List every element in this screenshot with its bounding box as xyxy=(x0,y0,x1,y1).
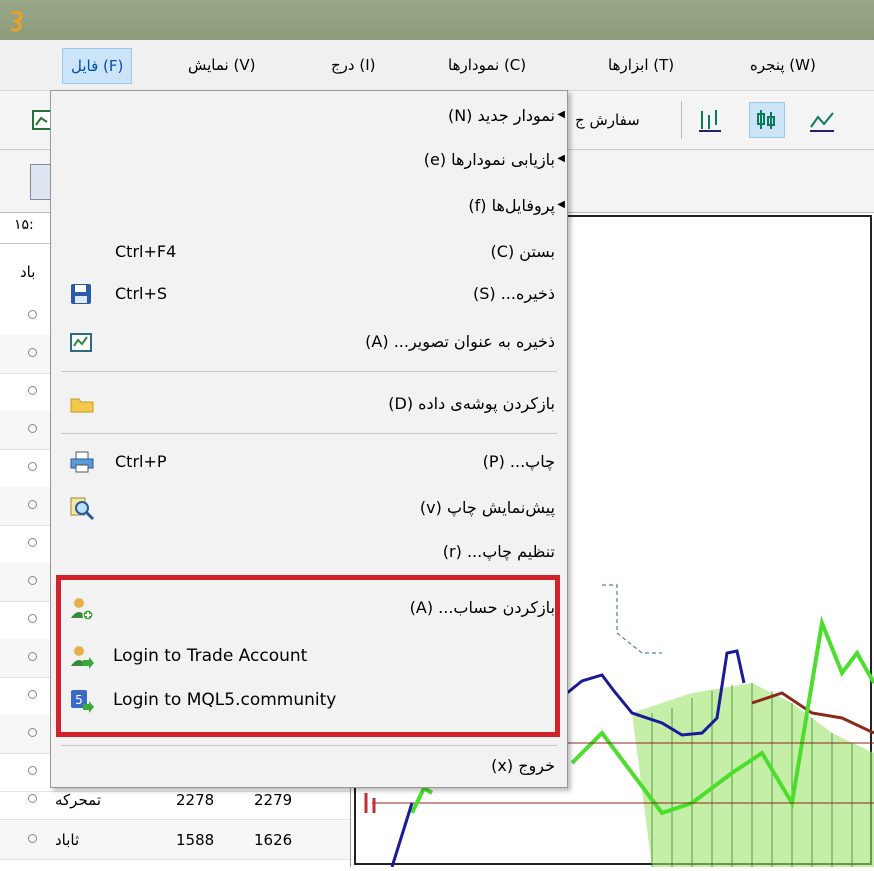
menu-item-close[interactable]: Ctrl+F4 بستن (C) xyxy=(51,233,567,273)
shortcut-label: Ctrl+P xyxy=(115,452,167,471)
line-chart-icon[interactable] xyxy=(804,102,840,138)
menu-item-label: بازکردن پوشه‌ی داده (D) xyxy=(388,394,555,413)
symbol-name: تمحرکه xyxy=(55,791,101,809)
submenu-arrow-icon: ◀ xyxy=(557,199,565,210)
menu-item-label: ذخیره به عنوان تصویر... (A) xyxy=(365,332,555,351)
menu-file[interactable]: فایل (F) xyxy=(62,48,133,84)
folder-icon xyxy=(69,392,95,418)
menu-item-label: پیش‌نمایش چاپ (v) xyxy=(419,498,555,517)
column-header-fragment: باد xyxy=(20,263,36,281)
menu-view[interactable]: نمایش (V) xyxy=(180,48,263,82)
printer-icon xyxy=(69,450,95,476)
menu-insert[interactable]: درج (I) xyxy=(323,48,384,82)
menu-charts[interactable]: نمودارها (C) xyxy=(440,48,534,82)
submenu-arrow-icon: ◀ xyxy=(557,109,565,120)
menu-item-save-as-image[interactable]: ذخیره به عنوان تصویر... (A) xyxy=(51,323,567,363)
menu-item-restore-charts[interactable]: بازیابی نمودارها (e) ◀ xyxy=(51,141,567,181)
title-bar xyxy=(0,0,874,40)
menu-separator xyxy=(61,745,557,746)
menu-item-print-preview[interactable]: پیش‌نمایش چاپ (v) xyxy=(51,489,567,529)
menu-separator xyxy=(61,371,557,372)
menu-item-print-setup[interactable]: تنظیم چاپ... (r) xyxy=(51,533,567,573)
menu-tools[interactable]: ابزارها (T) xyxy=(600,48,682,82)
submenu-arrow-icon: ◀ xyxy=(557,153,565,164)
table-row[interactable]: ثاباد 1588 1626 xyxy=(0,821,350,860)
menu-item-label: نمودار جدید (N) xyxy=(447,106,555,125)
bid-value: 1588 xyxy=(176,831,215,849)
symbol-status-icon xyxy=(28,834,37,843)
menu-item-label: تنظیم چاپ... (r) xyxy=(442,542,555,561)
highlight-box xyxy=(56,575,560,737)
menu-item-label: بستن (C) xyxy=(490,242,555,261)
menu-item-open-data-folder[interactable]: بازکردن پوشه‌ی داده (D) xyxy=(51,385,567,425)
app-logo-icon xyxy=(8,10,26,32)
file-menu-dropdown: نمودار جدید (N) ◀ بازیابی نمودارها (e) ◀… xyxy=(50,90,568,788)
menu-item-profiles[interactable]: پروفایل‌ها (f) ◀ xyxy=(51,187,567,227)
save-image-icon xyxy=(69,330,95,356)
toolbar-separator xyxy=(681,101,682,139)
menu-item-label: ذخیره... (S) xyxy=(472,284,555,303)
candlestick-chart-icon[interactable] xyxy=(749,102,785,138)
save-icon xyxy=(69,282,95,308)
server-time: ۱۵: xyxy=(14,217,34,233)
menu-separator xyxy=(61,433,557,434)
symbol-status-icon xyxy=(28,794,37,803)
menu-item-label: پروفایل‌ها (f) xyxy=(468,196,555,215)
ask-value: 2279 xyxy=(254,791,293,809)
menu-bar: فایل (F) نمایش (V) درج (I) نمودارها (C) … xyxy=(0,40,874,118)
menu-item-exit[interactable]: خروج (x) xyxy=(51,747,567,787)
shortcut-label: Ctrl+F4 xyxy=(115,242,177,261)
print-preview-icon xyxy=(69,496,95,522)
bid-value: 2278 xyxy=(176,791,215,809)
menu-window[interactable]: پنجره (W) xyxy=(742,48,824,82)
bar-chart-icon[interactable] xyxy=(692,102,728,138)
menu-item-label: خروج (x) xyxy=(491,756,555,775)
ask-value: 1626 xyxy=(254,831,293,849)
shortcut-label: Ctrl+S xyxy=(115,284,168,303)
symbol-name: ثاباد xyxy=(55,831,80,849)
menu-item-save[interactable]: Ctrl+S ذخیره... (S) xyxy=(51,275,567,315)
menu-item-label: بازیابی نمودارها (e) xyxy=(423,150,555,169)
menu-item-label: چاپ... (P) xyxy=(482,452,555,471)
new-order-button[interactable]: سفارش ج xyxy=(575,103,640,137)
menu-item-print[interactable]: Ctrl+P چاپ... (P) xyxy=(51,443,567,483)
menu-item-new-chart[interactable]: نمودار جدید (N) ◀ xyxy=(51,97,567,137)
